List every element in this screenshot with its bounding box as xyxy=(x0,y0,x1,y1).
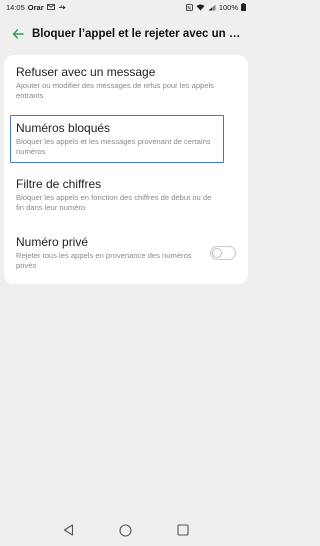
signal-icon xyxy=(208,4,216,11)
battery-icon xyxy=(241,3,246,11)
setting-title: Numéros bloqués xyxy=(16,121,111,135)
usb-icon xyxy=(58,4,66,11)
battery-percent: 100% xyxy=(218,2,238,12)
setting-description: Ajouter ou modifier des messages de refu… xyxy=(16,81,214,100)
status-bar-left: 14:05 Orar xyxy=(6,3,66,12)
status-bar-right: N 100% xyxy=(185,2,246,12)
toggle-knob xyxy=(212,248,222,258)
wifi-icon xyxy=(196,4,205,11)
svg-text:N: N xyxy=(187,5,190,11)
navigation-bar xyxy=(0,514,252,546)
setting-blocked-numbers[interactable]: Numéros bloqués Bloquer les appels et le… xyxy=(4,115,248,163)
mail-icon xyxy=(46,4,55,10)
status-bar: 14:05 Orar N 100% xyxy=(0,0,252,14)
setting-description: Bloquer les appels en fonction des chiff… xyxy=(16,193,212,212)
back-arrow-icon xyxy=(12,29,24,39)
setting-title: Refuser avec un message xyxy=(16,65,156,79)
setting-title: Filtre de chiffres xyxy=(16,177,102,191)
app-bar: Bloquer l’appel et le rejeter avec un me… xyxy=(0,20,252,48)
page-title: Bloquer l’appel et le rejeter avec un me… xyxy=(32,28,247,40)
nfc-icon: N xyxy=(185,3,193,11)
back-button[interactable] xyxy=(10,26,26,42)
nav-home-button[interactable] xyxy=(118,522,134,538)
nav-back-button[interactable] xyxy=(61,522,77,538)
triangle-back-icon xyxy=(64,524,74,536)
square-recents-icon xyxy=(177,524,189,536)
settings-card: Refuser avec un message Ajouter ou modif… xyxy=(4,55,248,284)
setting-digit-filter[interactable]: Filtre de chiffres Bloquer les appels en… xyxy=(4,169,248,223)
status-time: 14:05 xyxy=(6,2,25,12)
circle-home-icon xyxy=(119,523,133,537)
setting-description: Bloquer les appels et les messages prove… xyxy=(16,137,211,156)
setting-description: Rejeter tous les appels en provenance de… xyxy=(16,251,192,270)
status-carrier: Orar xyxy=(27,2,44,12)
setting-refuse-with-message[interactable]: Refuser avec un message Ajouter ou modif… xyxy=(4,61,248,111)
private-number-toggle[interactable] xyxy=(210,246,236,260)
nav-recents-button[interactable] xyxy=(175,522,191,538)
setting-title: Numéro privé xyxy=(16,235,89,249)
